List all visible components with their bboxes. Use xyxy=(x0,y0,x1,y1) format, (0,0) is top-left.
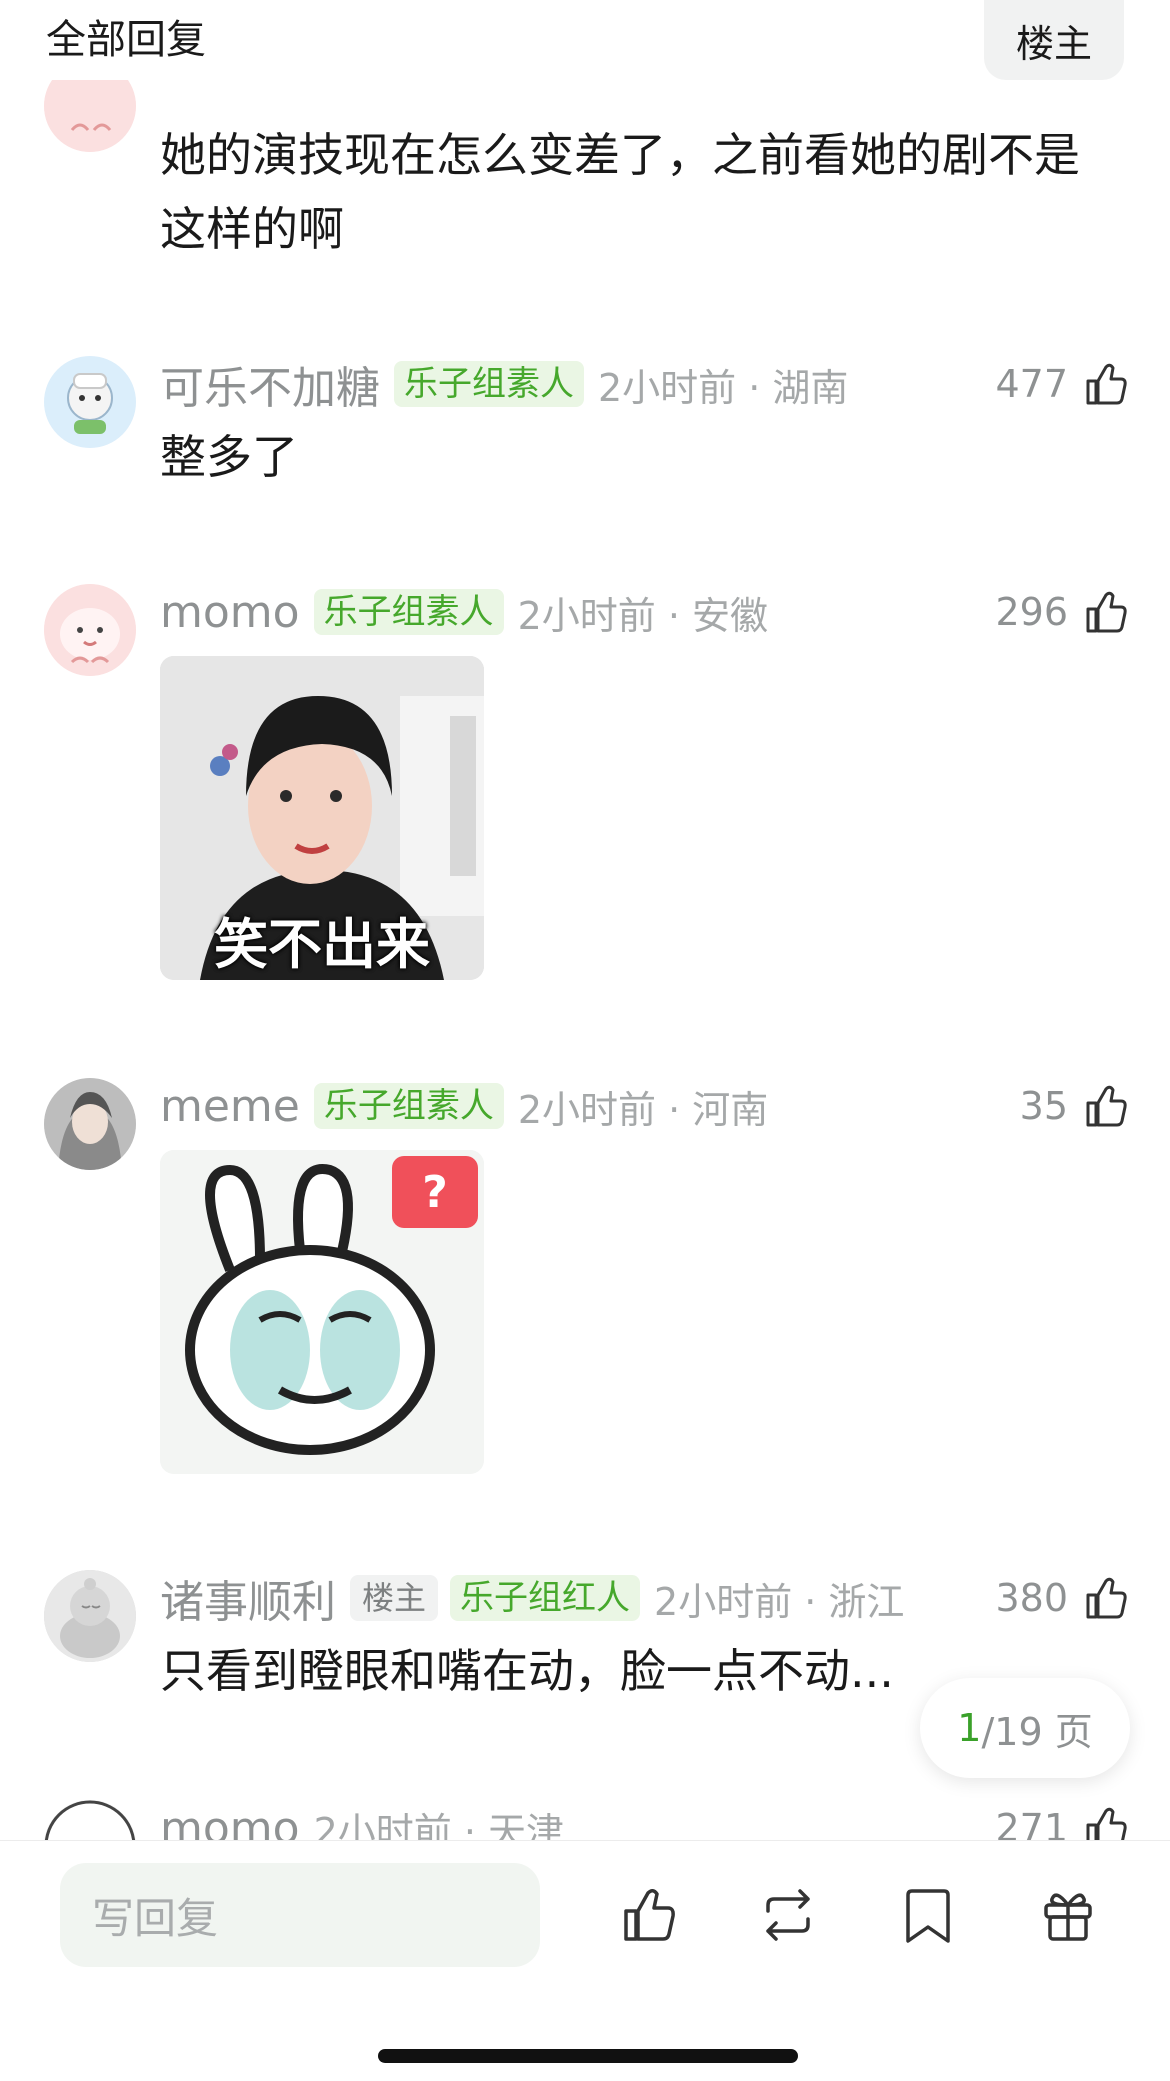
reply-input[interactable]: 写回复 xyxy=(60,1863,540,1967)
page-indicator[interactable]: 1 /19 页 xyxy=(920,1678,1130,1778)
repost-icon[interactable] xyxy=(756,1883,820,1947)
username[interactable]: momo xyxy=(160,587,300,638)
avatar[interactable] xyxy=(44,584,136,676)
like-button[interactable]: 477 xyxy=(995,354,1130,414)
like-count: 296 xyxy=(995,590,1068,634)
comment-text: 她的演技现在怎么变差了，之前看她的剧不是这样的啊 xyxy=(160,128,1080,256)
thumbs-up-icon xyxy=(1086,1807,1127,1840)
comment-text: 整多了 xyxy=(160,430,298,484)
username[interactable]: 诸事顺利 xyxy=(160,1566,336,1630)
timestamp-location: 2小时前 · 天津 xyxy=(313,1809,564,1841)
current-page: 1 xyxy=(957,1706,982,1750)
reply-placeholder: 写回复 xyxy=(92,1893,219,1943)
timestamp-location: 2小时前 · 安徽 xyxy=(517,593,768,638)
bottom-action-bar: 写回复 xyxy=(0,1840,1170,2081)
avatar[interactable] xyxy=(44,1800,136,1840)
avatar[interactable] xyxy=(44,1570,136,1662)
like-count: 271 xyxy=(995,1806,1068,1840)
like-button[interactable]: 296 xyxy=(995,582,1130,642)
user-tag: 乐子组红人 xyxy=(450,1575,641,1621)
comment-meta: 诸事顺利 楼主 乐子组红人 2小时前 · 浙江 xyxy=(160,1570,905,1628)
sticker-caption: 笑不出来 xyxy=(214,913,430,976)
thumbs-up-icon xyxy=(1086,1085,1127,1127)
comment-meta: momo 乐子组素人 2小时前 · 安徽 xyxy=(160,584,768,640)
avatar[interactable] xyxy=(44,1078,136,1170)
home-indicator xyxy=(378,2049,798,2063)
like-button[interactable]: 35 xyxy=(1020,1076,1130,1136)
like-button[interactable]: 271 xyxy=(995,1798,1130,1840)
sticker-badge: ? xyxy=(392,1156,478,1228)
comment-feed: 她的演技现在怎么变差了，之前看她的剧不是这样的啊 可乐不加糖 乐子组素人 2小时… xyxy=(0,0,1170,1840)
timestamp-location: 2小时前 · 河南 xyxy=(517,1087,769,1132)
page-total: /19 页 xyxy=(981,1709,1093,1754)
timestamp-location: 2小时前 · 浙江 xyxy=(654,1579,905,1624)
like-count: 380 xyxy=(995,1576,1068,1620)
like-button[interactable]: 380 xyxy=(995,1568,1130,1628)
timestamp-location: 2小时前 · 湖南 xyxy=(598,365,849,410)
thumbs-up-icon xyxy=(1086,363,1127,405)
user-tag: 乐子组素人 xyxy=(313,1083,504,1129)
owner-only-button[interactable]: 楼主 xyxy=(984,0,1124,80)
avatar[interactable] xyxy=(44,356,136,448)
comment-meta: meme 乐子组素人 2小时前 · 河南 xyxy=(160,1078,768,1134)
page-title: 全部回复 xyxy=(46,17,206,63)
username[interactable]: meme xyxy=(160,1081,300,1132)
thumbs-up-icon xyxy=(1086,591,1127,633)
user-tag: 乐子组素人 xyxy=(313,589,504,635)
thumbs-up-icon xyxy=(1086,1577,1127,1619)
gift-icon[interactable] xyxy=(1036,1883,1100,1947)
username[interactable]: 可乐不加糖 xyxy=(160,352,380,416)
top-header: 全部回复 楼主 xyxy=(0,0,1170,80)
bookmark-icon[interactable] xyxy=(896,1883,960,1947)
thumbs-up-icon[interactable] xyxy=(618,1883,682,1947)
like-count: 35 xyxy=(1019,1084,1068,1128)
owner-tag: 楼主 xyxy=(350,1575,439,1621)
comment-meta: momo 2小时前 · 天津 xyxy=(160,1800,564,1841)
like-count: 477 xyxy=(995,362,1068,406)
username[interactable]: momo xyxy=(160,1803,300,1841)
comment-meta: 可乐不加糖 乐子组素人 2小时前 · 湖南 xyxy=(160,356,849,414)
user-tag: 乐子组素人 xyxy=(394,361,584,407)
